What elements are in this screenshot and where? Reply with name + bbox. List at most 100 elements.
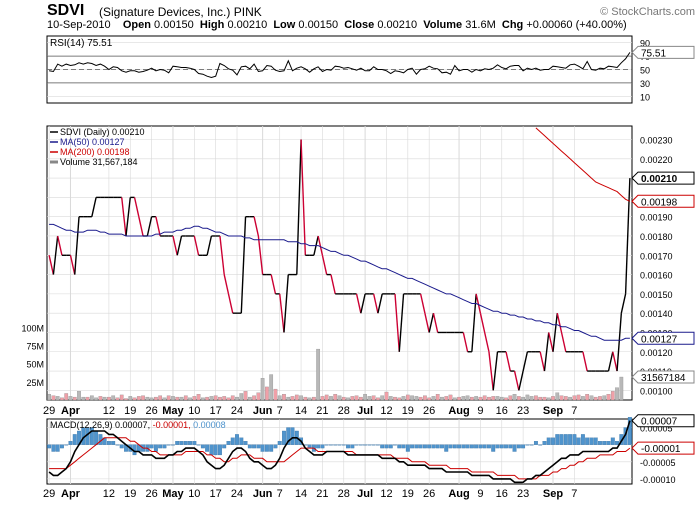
volume-bar xyxy=(482,395,487,401)
volume-bar xyxy=(260,378,265,401)
x-axis-label: 12 xyxy=(103,405,115,417)
x-axis-label: Sep xyxy=(543,488,563,500)
macd-histogram-bar xyxy=(252,444,257,449)
volume-bar xyxy=(273,388,278,401)
macd-histogram-bar xyxy=(192,441,197,445)
macd-histogram-bar xyxy=(512,444,517,452)
macd-histogram-bar xyxy=(508,444,513,449)
macd-histogram-bar xyxy=(264,444,269,452)
macd-histogram-bar xyxy=(572,434,577,445)
macd-histogram-bar xyxy=(51,444,56,452)
volume-bar xyxy=(209,396,214,401)
macd-histogram-bar xyxy=(346,444,350,449)
macd-histogram-bar xyxy=(243,441,248,445)
volume-bar xyxy=(444,396,449,401)
volume-bar xyxy=(615,387,619,401)
volume-bar xyxy=(115,397,120,401)
macd-histogram-bar xyxy=(444,444,449,452)
volume-y-tick: 100M xyxy=(21,323,44,333)
volume-bar xyxy=(149,397,154,401)
volume-bar xyxy=(388,396,393,401)
macd-histogram-bar xyxy=(200,444,205,449)
volume-bar xyxy=(200,397,205,401)
volume-bar xyxy=(256,392,261,401)
volume-last-label: 31567184 xyxy=(631,370,695,384)
macd-histogram-bar xyxy=(256,444,261,449)
volume-bar xyxy=(474,396,479,401)
macd-histogram-bar xyxy=(418,444,423,449)
volume-bar xyxy=(440,396,444,401)
volume-bar xyxy=(162,397,167,401)
macd-histogram-bar xyxy=(68,441,73,445)
macd-histogram-bar xyxy=(375,444,380,446)
x-axis-label: 21 xyxy=(316,488,328,500)
volume-bar xyxy=(205,396,209,401)
macd-histogram-bar xyxy=(333,444,338,446)
volume-bar xyxy=(470,396,474,401)
x-axis-label: 7 xyxy=(277,405,283,417)
ma200-last-label: 0.00198 xyxy=(631,194,695,208)
volume-bar xyxy=(303,396,308,401)
x-axis-label: Apr xyxy=(61,405,81,417)
macd-histogram-bar xyxy=(106,441,111,445)
macd-histogram-bar xyxy=(235,434,239,445)
volume-bar xyxy=(512,394,517,401)
ma50-legend: MA(50) 0.00127 xyxy=(60,137,125,147)
x-axis-label: 26 xyxy=(423,405,435,417)
volume-bar xyxy=(367,396,372,401)
volume-bar xyxy=(546,397,551,401)
macd-histogram-bar xyxy=(226,441,231,445)
volume-bar xyxy=(60,397,64,401)
volume-bar xyxy=(166,395,171,401)
macd-histogram-bar xyxy=(602,441,607,445)
volume-bar xyxy=(452,397,457,401)
macd-histogram-bar xyxy=(525,444,530,446)
volume-bar xyxy=(294,394,299,401)
ma50-last-label: 0.00127 xyxy=(631,331,695,345)
volume-bar xyxy=(448,394,453,401)
volume-bar xyxy=(581,396,585,401)
macd-histogram-bar xyxy=(559,434,564,445)
macd-histogram-bar xyxy=(239,437,244,445)
x-axis-label: 29 xyxy=(43,405,55,417)
volume-bar xyxy=(516,396,521,401)
macd-histogram-bar xyxy=(153,444,158,452)
macd-legend-part: MACD(12,26,9) xyxy=(50,420,115,430)
volume-bar xyxy=(72,396,77,401)
volume-y-tick: 75M xyxy=(26,341,44,351)
volume-last-label-text: 31567184 xyxy=(641,373,686,384)
price-panel xyxy=(46,125,633,401)
volume-bar xyxy=(418,396,423,401)
macd-histogram-bar xyxy=(290,427,295,445)
volume-bar xyxy=(602,395,607,401)
macd-histogram-bar xyxy=(384,444,389,449)
macd-histogram-bar xyxy=(435,444,440,449)
volume-bar xyxy=(243,391,248,401)
macd-histogram-bar xyxy=(487,444,491,449)
price-last-label: 0.00210 xyxy=(631,171,695,185)
price-y-tick: 0.00140 xyxy=(640,309,673,319)
macd-histogram-bar xyxy=(610,437,615,445)
volume-bar xyxy=(188,397,192,401)
macd-last-label-text: 0.00007 xyxy=(641,417,678,428)
price-y-tick: 0.00160 xyxy=(640,271,673,281)
volume-bar xyxy=(51,395,56,401)
macd-histogram-bar xyxy=(410,444,415,449)
x-axis-label: 14 xyxy=(295,405,307,417)
x-axis-label: 19 xyxy=(124,405,136,417)
macd-histogram-bar xyxy=(555,434,560,445)
x-axis-label: 17 xyxy=(210,405,222,417)
macd-histogram-bar xyxy=(551,437,555,445)
volume-bar xyxy=(312,396,316,401)
rsi-last-label: 75.51 xyxy=(631,45,695,59)
volume-bar xyxy=(329,396,333,401)
macd-signal-last-label-text: -0.00001 xyxy=(641,444,681,455)
macd-histogram-bar xyxy=(431,444,436,449)
x-axis-label: 12 xyxy=(380,405,392,417)
volume-y-tick: 25M xyxy=(26,378,44,388)
volume-bar xyxy=(119,394,124,401)
macd-histogram-bar xyxy=(260,444,265,452)
macd-legend-part: 0.00007, xyxy=(115,420,153,430)
volume-bar xyxy=(495,396,500,401)
volume-bar xyxy=(316,348,321,401)
